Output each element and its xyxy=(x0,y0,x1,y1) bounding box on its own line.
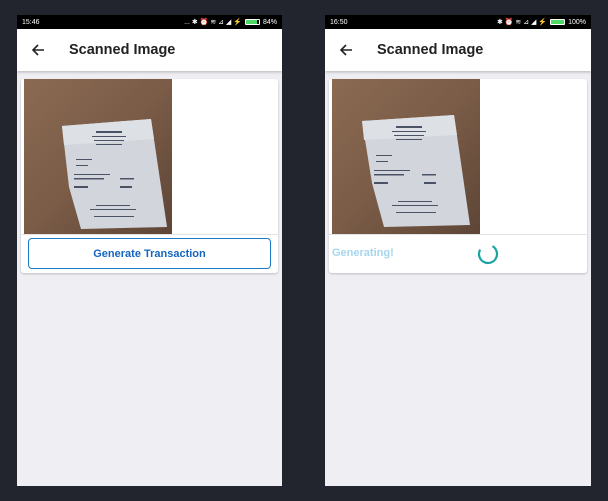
scan-card: Generate Transaction xyxy=(21,79,278,273)
page-title: Scanned Image xyxy=(69,42,176,58)
generate-transaction-button[interactable]: Generate Transaction xyxy=(28,238,271,269)
battery-percent: 84% xyxy=(262,18,277,26)
app-bar: Scanned Image xyxy=(325,29,591,71)
status-indicator-icons: ... ✱ ⏰ ≋ ⊿ ◢ ⚡ xyxy=(184,19,242,26)
phone-screen-right: 16:50 ✱ ⏰ ≋ ⊿ ◢ ⚡ 100% Scanned Image Gen… xyxy=(325,15,591,486)
status-bar: 15:46 ... ✱ ⏰ ≋ ⊿ ◢ ⚡ 84% xyxy=(17,15,282,29)
status-bar: 16:50 ✱ ⏰ ≋ ⊿ ◢ ⚡ 100% xyxy=(325,15,591,29)
status-icons: ... ✱ ⏰ ≋ ⊿ ◢ ⚡ 84% xyxy=(184,18,277,27)
phone-screen-left: 15:46 ... ✱ ⏰ ≋ ⊿ ◢ ⚡ 84% Scanned Image xyxy=(17,15,282,486)
generating-status-label: Generating! xyxy=(332,247,394,259)
scanned-receipt-image xyxy=(24,79,172,234)
card-divider xyxy=(329,234,587,235)
back-arrow-icon[interactable] xyxy=(17,43,59,57)
page-title: Scanned Image xyxy=(377,42,484,58)
battery-icon xyxy=(550,19,566,25)
status-indicator-icons: ✱ ⏰ ≋ ⊿ ◢ ⚡ xyxy=(496,19,548,26)
status-time: 15:46 xyxy=(22,18,40,26)
battery-fill xyxy=(245,20,257,24)
status-icons: ✱ ⏰ ≋ ⊿ ◢ ⚡ 100% xyxy=(496,18,586,27)
card-divider xyxy=(21,234,278,235)
battery-fill xyxy=(551,20,565,24)
status-time: 16:50 xyxy=(330,18,348,26)
back-arrow-icon[interactable] xyxy=(325,43,367,57)
scan-card: Generating! xyxy=(329,79,587,273)
app-bar: Scanned Image xyxy=(17,29,282,71)
battery-icon xyxy=(244,19,260,25)
battery-percent: 100% xyxy=(568,18,586,26)
scanned-receipt-image xyxy=(332,79,480,234)
loading-spinner-icon xyxy=(477,243,499,265)
